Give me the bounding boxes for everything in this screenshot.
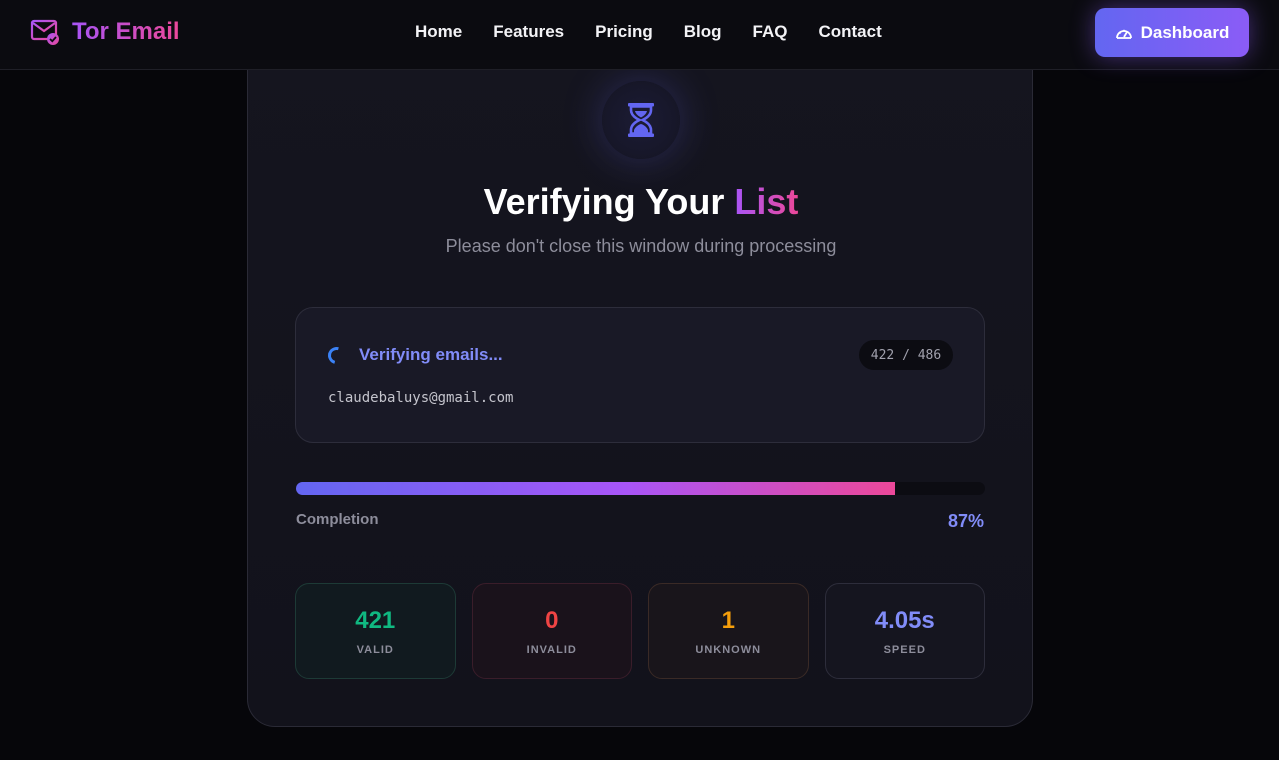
stat-label: VALID bbox=[356, 643, 394, 656]
current-email: claudebaluys@gmail.com bbox=[328, 390, 514, 406]
main-menu: Home Features Pricing Blog FAQ Contact bbox=[415, 22, 882, 42]
brand-name: Tor Email bbox=[72, 18, 180, 45]
nav-link-features[interactable]: Features bbox=[493, 22, 564, 42]
title-prefix: Verifying Your bbox=[483, 181, 725, 222]
stat-label: SPEED bbox=[883, 643, 926, 656]
nav-link-faq[interactable]: FAQ bbox=[753, 22, 788, 42]
top-navbar: Tor Email Home Features Pricing Blog FAQ… bbox=[0, 0, 1279, 70]
stat-value: 421 bbox=[355, 606, 396, 634]
page-subtitle: Please don't close this window during pr… bbox=[445, 236, 837, 256]
completion-value: 87% bbox=[947, 511, 984, 531]
loading-spinner-icon bbox=[324, 343, 349, 368]
stat-value: 4.05s bbox=[874, 606, 935, 634]
verification-card: Verifying Your List Please don't close t… bbox=[247, 40, 1033, 727]
stat-value: 1 bbox=[721, 606, 735, 634]
gauge-icon bbox=[1115, 29, 1132, 39]
progress-count-badge: 422 / 486 bbox=[859, 340, 953, 370]
nav-link-contact[interactable]: Contact bbox=[818, 22, 881, 42]
stat-card-unknown: 1 UNKNOWN bbox=[648, 583, 809, 679]
page-title: Verifying Your List bbox=[248, 181, 1034, 223]
dashboard-button-label: Dashboard bbox=[1140, 22, 1230, 42]
status-panel: Verifying emails... 422 / 486 claudebalu… bbox=[295, 307, 985, 443]
brand[interactable]: Tor Email bbox=[30, 17, 180, 47]
progress-bar bbox=[296, 482, 985, 495]
completion-label: Completion bbox=[296, 511, 379, 528]
dashboard-button[interactable]: Dashboard bbox=[1095, 8, 1249, 57]
nav-link-pricing[interactable]: Pricing bbox=[595, 22, 653, 42]
stat-card-invalid: 0 INVALID bbox=[471, 583, 632, 679]
mail-check-icon bbox=[30, 19, 59, 45]
stats-row: 421 VALID 0 INVALID 1 UNKNOWN 4.05s SPEE… bbox=[295, 583, 985, 679]
status-label: Verifying emails... bbox=[359, 345, 503, 364]
hourglass-badge bbox=[602, 81, 680, 159]
title-accent: List bbox=[734, 181, 799, 222]
hourglass-icon bbox=[628, 103, 654, 137]
stat-label: UNKNOWN bbox=[695, 643, 762, 656]
nav-link-home[interactable]: Home bbox=[415, 22, 462, 42]
stat-card-speed: 4.05s SPEED bbox=[824, 583, 985, 679]
stat-label: INVALID bbox=[526, 643, 577, 656]
progress-bar-fill bbox=[296, 482, 896, 495]
nav-link-blog[interactable]: Blog bbox=[684, 22, 722, 42]
stat-value: 0 bbox=[545, 606, 559, 634]
stat-card-valid: 421 VALID bbox=[295, 583, 456, 679]
